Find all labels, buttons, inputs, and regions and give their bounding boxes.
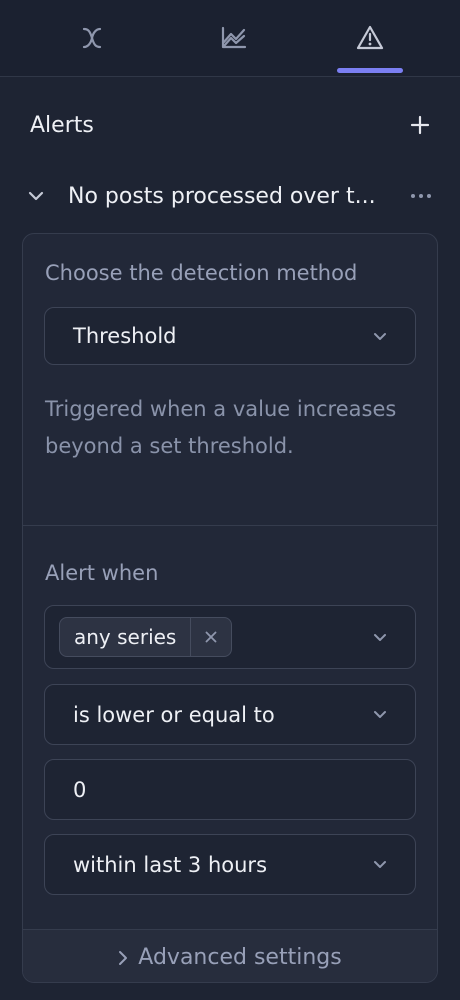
time-window-select[interactable]: within last 3 hours — [44, 834, 416, 895]
series-chip-label: any series — [74, 625, 177, 649]
remove-series-button[interactable] — [190, 618, 231, 656]
chevron-down-icon — [28, 191, 44, 201]
method-description: Triggered when a value increases beyond … — [45, 397, 397, 458]
alert-when-label: Alert when — [45, 561, 159, 585]
collapse-toggle[interactable] — [28, 191, 54, 201]
condition-value: is lower or equal to — [73, 702, 275, 727]
chevron-down-icon — [374, 861, 386, 868]
detection-method-select[interactable]: Threshold — [44, 307, 416, 365]
threshold-value-input[interactable]: 0 — [44, 759, 416, 820]
chevron-right-icon — [119, 950, 128, 965]
threshold-value: 0 — [73, 777, 87, 802]
condition-select[interactable]: is lower or equal to — [44, 684, 416, 745]
detection-method-value: Threshold — [73, 324, 177, 348]
tab-alerts[interactable] — [293, 0, 446, 76]
warning-triangle-icon — [356, 25, 383, 50]
chevron-down-icon — [374, 633, 386, 641]
tab-formula[interactable] — [15, 0, 168, 76]
function-x-icon — [82, 27, 101, 49]
alert-config-card: Choose the detection method Threshold Tr… — [22, 233, 438, 983]
panel-header: Alerts — [30, 105, 430, 145]
series-select[interactable]: any series — [44, 605, 416, 669]
tab-bar — [0, 0, 460, 77]
alert-name: No posts processed over t... — [68, 183, 376, 209]
plus-icon — [410, 115, 430, 135]
detection-method-label: Choose the detection method — [45, 261, 358, 285]
close-icon — [205, 631, 217, 643]
area-chart-icon — [221, 26, 246, 49]
add-alert-button[interactable] — [390, 105, 430, 145]
advanced-settings-toggle[interactable]: Advanced settings — [23, 929, 437, 982]
active-tab-indicator — [337, 68, 403, 73]
alert-menu-button[interactable] — [410, 193, 432, 199]
section-divider — [23, 525, 437, 526]
alert-item[interactable]: No posts processed over t... — [28, 175, 432, 217]
chevron-down-icon — [374, 332, 386, 340]
time-window-value: within last 3 hours — [73, 852, 268, 877]
chevron-down-icon — [374, 711, 386, 718]
tab-chart[interactable] — [157, 0, 310, 76]
advanced-settings-label: Advanced settings — [138, 945, 342, 970]
series-chip: any series — [59, 617, 233, 657]
more-horizontal-icon — [411, 194, 431, 198]
panel-title: Alerts — [30, 112, 94, 138]
